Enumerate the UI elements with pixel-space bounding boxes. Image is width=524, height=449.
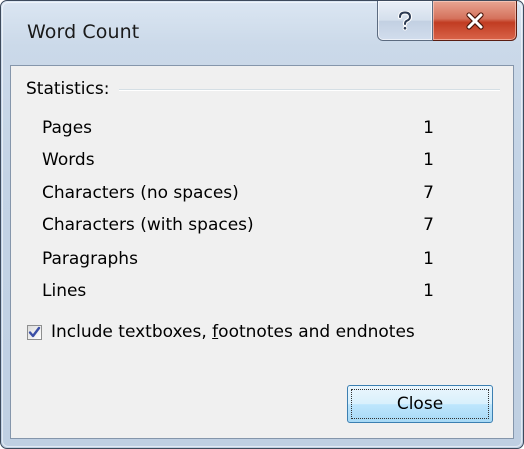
include-textboxes-checkbox[interactable] [27,324,42,340]
question-mark-icon [397,10,413,30]
word-count-dialog: Word Count Statistics: Pages 1 Words 1 C… [0,0,524,449]
stat-value: 1 [423,281,434,301]
stat-row-characters-no-spaces: Characters (no spaces) 7 [42,183,434,207]
stat-label: Pages [42,118,93,138]
stat-row-words: Words 1 [42,150,434,174]
close-caption-button[interactable] [433,1,517,41]
stat-row-lines: Lines 1 [42,281,434,305]
stat-label: Paragraphs [42,249,138,269]
statistics-label: Statistics: [26,79,110,99]
checkmark-icon [28,326,41,337]
stat-label: Lines [42,281,87,301]
stat-row-paragraphs: Paragraphs 1 [42,249,434,273]
include-textboxes-option[interactable]: Include textboxes, footnotes and endnote… [27,322,415,342]
close-x-icon [465,11,484,30]
statistics-group-header: Statistics: [26,79,500,99]
stat-label: Words [42,150,95,170]
dialog-title: Word Count [27,21,140,43]
stat-value: 7 [423,183,434,203]
stat-row-pages: Pages 1 [42,118,434,142]
stat-value: 1 [423,150,434,170]
statistics-divider [119,89,500,91]
stat-value: 1 [423,249,434,269]
stat-value: 7 [423,215,434,235]
stat-row-characters-with-spaces: Characters (with spaces) 7 [42,215,434,239]
caption-buttons [377,1,517,43]
stat-label: Characters (with spaces) [42,215,254,235]
stat-value: 1 [423,118,434,138]
include-textboxes-label: Include textboxes, footnotes and endnote… [51,322,415,342]
help-button[interactable] [377,1,433,41]
stat-label: Characters (no spaces) [42,183,239,203]
close-button[interactable]: Close [347,385,493,423]
close-button-label: Close [396,394,444,414]
